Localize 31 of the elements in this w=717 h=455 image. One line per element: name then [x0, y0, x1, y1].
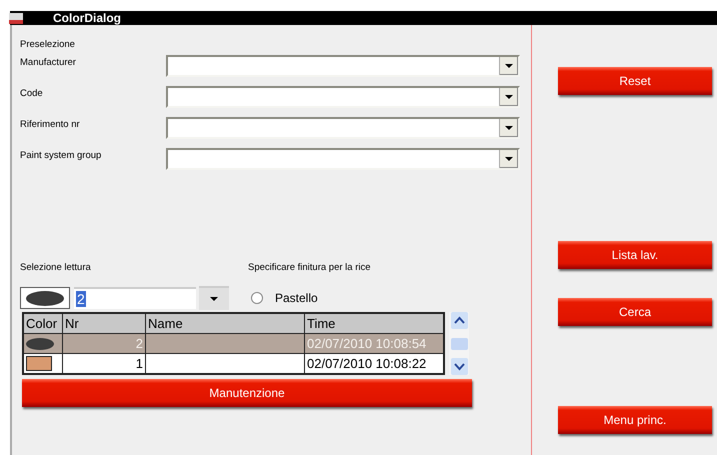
field-label: Riferimento nr [20, 119, 81, 130]
scroll-thumb[interactable] [450, 338, 468, 350]
input-value: 2 [76, 291, 86, 307]
app-icon [9, 12, 23, 24]
table-cell: 02/07/2010 10:08:22 [304, 354, 444, 374]
maintenance-button[interactable]: Manutenzione [22, 379, 472, 407]
table-cell: 1 [62, 354, 146, 374]
section-label: Preselezione [20, 39, 76, 50]
field-label: Manufacturer [20, 57, 77, 68]
scrollbar[interactable] [449, 312, 469, 375]
column-header[interactable]: Nr [62, 313, 146, 334]
column-header[interactable]: Time [304, 313, 444, 334]
table-cell: 2 [62, 334, 146, 354]
column-header[interactable]: Name [146, 313, 304, 334]
field-label: Paint system group [20, 150, 102, 161]
section-label: Selezione lettura [20, 262, 92, 273]
scroll-up-icon[interactable] [450, 312, 468, 329]
window-title: ColorDialog [53, 11, 121, 25]
scroll-down-icon[interactable] [450, 358, 468, 375]
action-button[interactable]: Cerca [558, 298, 712, 326]
action-button[interactable]: Menu princ. [558, 406, 712, 434]
column-header[interactable]: Color [23, 313, 62, 334]
table-cell: 02/07/2010 10:08:54 [304, 334, 444, 354]
color-swatch-button[interactable] [20, 287, 70, 309]
radio-button[interactable] [251, 292, 263, 304]
field-label: Code [20, 88, 44, 99]
action-button[interactable]: Reset [558, 67, 712, 95]
radio-label: Pastello [275, 291, 318, 305]
reading-input[interactable]: 2 [74, 287, 196, 309]
section-label: Specificare finitura per la rice [248, 262, 370, 273]
action-button[interactable]: Lista lav. [558, 241, 712, 269]
